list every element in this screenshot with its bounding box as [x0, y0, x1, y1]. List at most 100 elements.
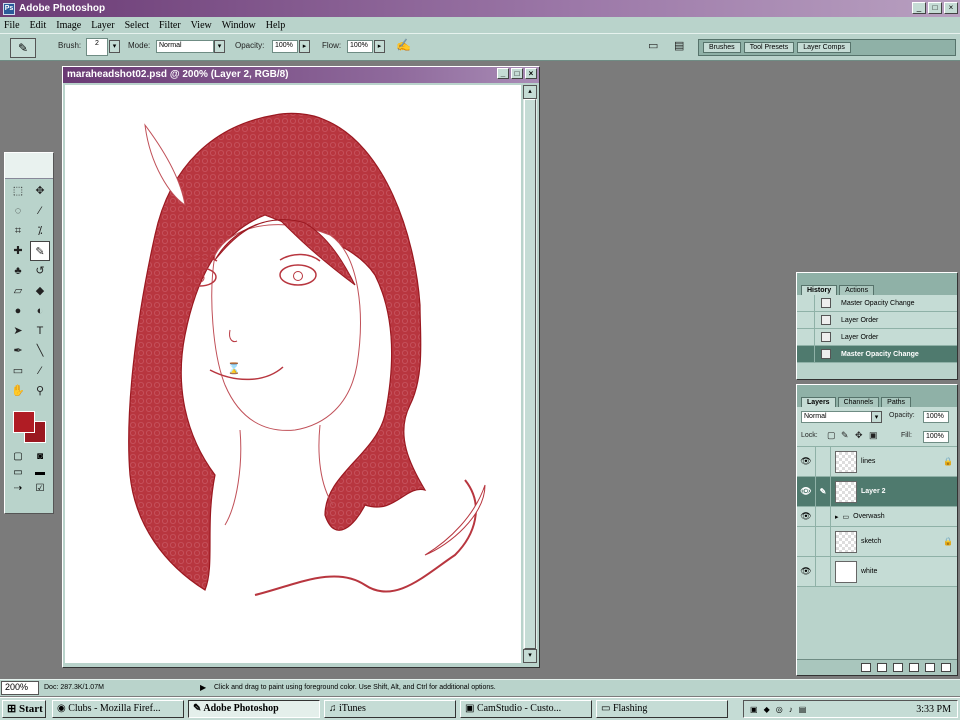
- tab-actions[interactable]: Actions: [839, 285, 875, 295]
- foreground-color-swatch[interactable]: [13, 411, 35, 433]
- mode-select[interactable]: Normal: [156, 40, 214, 53]
- canvas[interactable]: ⌛: [65, 85, 521, 663]
- tray-icon-3[interactable]: ◎: [776, 705, 783, 714]
- tab-history[interactable]: History: [801, 285, 838, 295]
- paint-bucket-icon[interactable]: ◆: [30, 281, 50, 301]
- airbrush-icon[interactable]: ✍: [396, 38, 411, 52]
- layer-row[interactable]: sketch 🔒: [797, 527, 957, 557]
- layer-row-selected[interactable]: 👁 ✎ Layer 2: [797, 477, 957, 507]
- menu-filter[interactable]: Filter: [159, 20, 181, 31]
- opacity-input[interactable]: 100%: [272, 40, 298, 53]
- layer-opacity-input[interactable]: 100%: [923, 411, 949, 423]
- zoom-level-field[interactable]: 200%: [1, 681, 39, 695]
- jump-to-imageready-icon[interactable]: ⇢: [8, 481, 28, 497]
- eraser-icon[interactable]: ▱: [8, 281, 28, 301]
- eye-icon[interactable]: 👁: [797, 511, 815, 522]
- menu-select[interactable]: Select: [125, 20, 149, 31]
- layer-row[interactable]: 👁 lines 🔒: [797, 447, 957, 477]
- menu-edit[interactable]: Edit: [30, 20, 47, 31]
- taskbar-item-flashing[interactable]: ▭ Flashing: [596, 700, 728, 718]
- tray-icon-5[interactable]: ▤: [799, 705, 807, 714]
- slice-icon[interactable]: ⁒: [30, 221, 50, 241]
- lock-all-icon[interactable]: ▣: [869, 430, 878, 441]
- opacity-slider-arrow[interactable]: ▸: [299, 40, 310, 53]
- doc-minimize-button[interactable]: _: [497, 68, 509, 79]
- tray-icon-2[interactable]: ◆: [764, 705, 770, 714]
- scroll-up-button[interactable]: ▴: [523, 85, 537, 99]
- menu-layer[interactable]: Layer: [91, 20, 114, 31]
- document-title-bar[interactable]: maraheadshot02.psd @ 200% (Layer 2, RGB/…: [63, 67, 539, 83]
- hand-icon[interactable]: ✋: [8, 381, 28, 401]
- scroll-thumb[interactable]: [524, 99, 536, 649]
- tab-paths[interactable]: Paths: [881, 397, 912, 407]
- layers-palette-grip[interactable]: [797, 385, 957, 395]
- history-brush-icon[interactable]: ↺: [30, 261, 50, 281]
- brush-picker[interactable]: 2: [86, 38, 108, 56]
- doc-close-button[interactable]: ×: [525, 68, 537, 79]
- move-icon[interactable]: ✥: [30, 181, 50, 201]
- tab-layers[interactable]: Layers: [801, 397, 836, 407]
- screen-mode-full-icon[interactable]: ▬: [30, 465, 50, 481]
- history-item[interactable]: Layer Order: [797, 312, 957, 329]
- menu-file[interactable]: File: [4, 20, 20, 31]
- maximize-button[interactable]: □: [928, 2, 942, 14]
- expand-triangle-icon[interactable]: ▸: [835, 513, 839, 521]
- toolbox-header[interactable]: [5, 153, 53, 179]
- fill-input[interactable]: 100%: [923, 431, 949, 443]
- well-tab-tool-presets[interactable]: Tool Presets: [743, 42, 795, 53]
- trash-icon[interactable]: [941, 663, 951, 672]
- file-browser-icon[interactable]: ▭: [648, 39, 658, 52]
- flow-input[interactable]: 100%: [347, 40, 373, 53]
- status-menu-arrow-icon[interactable]: ▶: [200, 683, 206, 692]
- layer-style-icon[interactable]: [861, 663, 871, 672]
- crop-icon[interactable]: ⌗: [8, 221, 28, 241]
- lock-pixels-icon[interactable]: ✎: [841, 430, 849, 441]
- lasso-icon[interactable]: ◌: [8, 201, 28, 221]
- lock-position-icon[interactable]: ✥: [855, 430, 863, 441]
- menu-image[interactable]: Image: [56, 20, 81, 31]
- layer-mask-icon[interactable]: [877, 663, 887, 672]
- history-palette-grip[interactable]: [797, 273, 957, 283]
- magic-wand-icon[interactable]: ⁄: [30, 201, 50, 221]
- history-item[interactable]: Master Opacity Change: [797, 295, 957, 312]
- standard-mode-icon[interactable]: ▢: [8, 449, 28, 465]
- layer-link-cell[interactable]: [815, 507, 831, 526]
- healing-brush-icon[interactable]: ✚: [8, 241, 28, 261]
- type-tool-icon[interactable]: T: [30, 321, 50, 341]
- layer-row[interactable]: 👁 white: [797, 557, 957, 587]
- blend-mode-dropdown-arrow[interactable]: ▾: [871, 411, 882, 423]
- flow-slider-arrow[interactable]: ▸: [374, 40, 385, 53]
- clone-stamp-icon[interactable]: ♣: [8, 261, 28, 281]
- taskbar-item-itunes[interactable]: ♫ iTunes: [324, 700, 456, 718]
- brush-tool-icon[interactable]: ✎: [30, 241, 50, 261]
- taskbar-item-photoshop[interactable]: ✎ Adobe Photoshop: [188, 700, 320, 718]
- menu-help[interactable]: Help: [266, 20, 285, 31]
- well-tab-layer-comps[interactable]: Layer Comps: [797, 42, 851, 53]
- path-select-icon[interactable]: ➤: [8, 321, 28, 341]
- screen-mode-standard-icon[interactable]: ▭: [8, 465, 28, 481]
- start-button[interactable]: ⊞ Start: [2, 700, 46, 718]
- taskbar-item-camstudio[interactable]: ▣ CamStudio - Custo...: [460, 700, 592, 718]
- quick-mask-icon[interactable]: ◙: [30, 449, 50, 465]
- layer-link-cell[interactable]: [815, 527, 831, 556]
- history-item[interactable]: Layer Order: [797, 329, 957, 346]
- tool-preset-picker[interactable]: ✎: [10, 38, 36, 58]
- well-tab-brushes[interactable]: Brushes: [703, 42, 741, 53]
- new-layer-icon[interactable]: [925, 663, 935, 672]
- history-item-selected[interactable]: Master Opacity Change: [797, 346, 957, 363]
- eye-icon[interactable]: 👁: [797, 566, 815, 577]
- mode-dropdown-arrow[interactable]: ▾: [214, 40, 225, 53]
- brush-dropdown-arrow[interactable]: ▾: [109, 40, 120, 53]
- scroll-down-button[interactable]: ▾: [523, 649, 537, 663]
- pen-icon[interactable]: ✒: [8, 341, 28, 361]
- volume-icon[interactable]: ♪: [789, 705, 793, 714]
- tab-channels[interactable]: Channels: [837, 397, 880, 407]
- palette-toggle-icon[interactable]: ▤: [674, 39, 684, 52]
- layer-blend-mode-select[interactable]: Normal: [801, 411, 873, 423]
- tray-icon-1[interactable]: ▣: [750, 705, 758, 714]
- close-button[interactable]: ×: [944, 2, 958, 14]
- eye-icon[interactable]: 👁: [797, 486, 815, 497]
- minimize-button[interactable]: _: [912, 2, 926, 14]
- notes-icon[interactable]: ▭: [8, 361, 28, 381]
- layer-link-cell[interactable]: [815, 447, 831, 476]
